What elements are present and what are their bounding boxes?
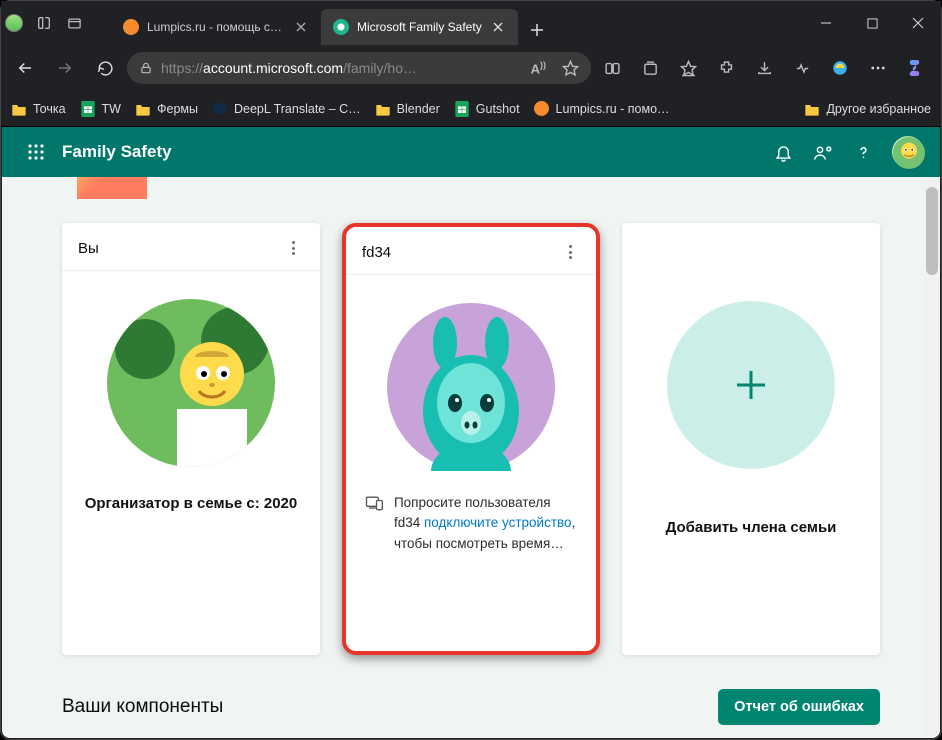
- new-tab-button[interactable]: [522, 15, 552, 45]
- close-window-button[interactable]: [895, 6, 941, 40]
- vertical-scrollbar[interactable]: [924, 179, 940, 736]
- tab-title: Lumpics.ru - помощь с компьют: [147, 20, 285, 34]
- bookmark-item[interactable]: Gutshot: [454, 101, 520, 117]
- app-launcher-icon[interactable]: [18, 134, 54, 170]
- close-tab-icon[interactable]: [293, 19, 309, 35]
- bookmark-item[interactable]: DeepL Translate – C…: [212, 101, 361, 117]
- card-title: fd34: [362, 244, 391, 261]
- card-caption: Организатор в семье с: 2020: [62, 495, 320, 512]
- bookmark-item[interactable]: TW: [80, 101, 121, 117]
- bookmark-label: Другое избранное: [826, 102, 931, 116]
- folder-icon: [804, 101, 820, 117]
- address-bar: https://account.microsoft.com/family/ho……: [1, 45, 941, 91]
- bookmark-overflow[interactable]: Другое избранное: [804, 101, 931, 117]
- member-avatar: [387, 303, 555, 471]
- folder-icon: [135, 101, 151, 117]
- favicon-lumpics-icon: [123, 19, 139, 35]
- bookmark-item[interactable]: Blender: [375, 101, 440, 117]
- forward-button[interactable]: [47, 50, 83, 86]
- card-title: Вы: [78, 240, 99, 257]
- bookmark-item[interactable]: Фермы: [135, 101, 198, 117]
- favorites-icon[interactable]: [671, 50, 705, 86]
- read-aloud-icon[interactable]: A)): [531, 60, 546, 76]
- notifications-icon[interactable]: [772, 141, 794, 163]
- member-avatar: [107, 299, 275, 467]
- folder-icon: [11, 101, 27, 117]
- browser-tab-inactive[interactable]: Lumpics.ru - помощь с компьют: [111, 9, 321, 45]
- sheets-icon: [80, 101, 96, 117]
- downloads-icon[interactable]: [747, 50, 781, 86]
- request-text: Попросите пользователя fd34 подключите у…: [394, 493, 578, 554]
- add-member-card[interactable]: Добавить члена семьи: [622, 223, 880, 655]
- minimize-button[interactable]: [803, 6, 849, 40]
- folder-icon: [375, 101, 391, 117]
- report-errors-button[interactable]: Отчет об ошибках: [718, 689, 880, 725]
- bookmark-label: Blender: [397, 102, 440, 116]
- plus-icon: [731, 365, 771, 405]
- user-avatar[interactable]: [892, 136, 924, 168]
- app-brand: Family Safety: [62, 142, 172, 162]
- bookmark-label: Фермы: [157, 102, 198, 116]
- bookmark-label: TW: [102, 102, 121, 116]
- decorative-blob: [77, 177, 147, 199]
- split-screen-icon[interactable]: [595, 50, 629, 86]
- app-header: Family Safety: [2, 127, 940, 177]
- more-menu-icon[interactable]: [861, 50, 895, 86]
- titlebar: Lumpics.ru - помощь с компьют Microsoft …: [1, 1, 941, 45]
- tab-actions-icon[interactable]: [65, 14, 83, 32]
- extensions-icon[interactable]: [709, 50, 743, 86]
- profile-avatar-mini[interactable]: [5, 14, 23, 32]
- add-caption: Добавить члена семьи: [666, 519, 837, 536]
- favicon-family-icon: [333, 19, 349, 35]
- card-menu-icon[interactable]: [284, 238, 304, 258]
- bookmarks-bar: Точка TW Фермы DeepL Translate – C… Blen…: [1, 91, 941, 127]
- favorite-star-icon[interactable]: [562, 60, 579, 77]
- back-button[interactable]: [7, 50, 43, 86]
- bookmark-item[interactable]: Точка: [11, 101, 66, 117]
- close-tab-icon[interactable]: [490, 19, 506, 35]
- url-input[interactable]: https://account.microsoft.com/family/ho……: [127, 52, 591, 84]
- performance-icon[interactable]: [785, 50, 819, 86]
- scrollbar-thumb[interactable]: [926, 187, 938, 275]
- ie-mode-icon[interactable]: [823, 50, 857, 86]
- connect-device-link[interactable]: подключите устройство: [424, 515, 572, 530]
- bookmark-item[interactable]: Lumpics.ru - помо…: [534, 101, 670, 117]
- workspaces-icon[interactable]: [35, 14, 53, 32]
- lumpics-icon: [534, 101, 550, 117]
- settings-people-icon[interactable]: [812, 141, 834, 163]
- bookmark-label: DeepL Translate – C…: [234, 102, 361, 116]
- member-card-child[interactable]: fd34: [342, 223, 600, 655]
- tab-title: Microsoft Family Safety: [357, 20, 482, 34]
- copilot-icon[interactable]: [899, 50, 935, 86]
- lock-icon: [139, 61, 153, 75]
- deepl-icon: [212, 101, 228, 117]
- browser-tab-active[interactable]: Microsoft Family Safety: [321, 9, 518, 45]
- bookmark-label: Lumpics.ru - помо…: [556, 102, 670, 116]
- device-icon: [364, 493, 384, 554]
- refresh-button[interactable]: [87, 50, 123, 86]
- bookmark-label: Gutshot: [476, 102, 520, 116]
- maximize-button[interactable]: [849, 6, 895, 40]
- section-title: Ваши компоненты: [62, 696, 223, 718]
- card-menu-icon[interactable]: [560, 242, 580, 262]
- add-member-circle: [667, 301, 835, 469]
- url-text: https://account.microsoft.com/family/ho…: [161, 60, 523, 76]
- collections-icon[interactable]: [633, 50, 667, 86]
- sheets-icon: [454, 101, 470, 117]
- member-card-you[interactable]: Вы: [62, 223, 320, 655]
- help-icon[interactable]: [852, 141, 874, 163]
- bookmark-label: Точка: [33, 102, 66, 116]
